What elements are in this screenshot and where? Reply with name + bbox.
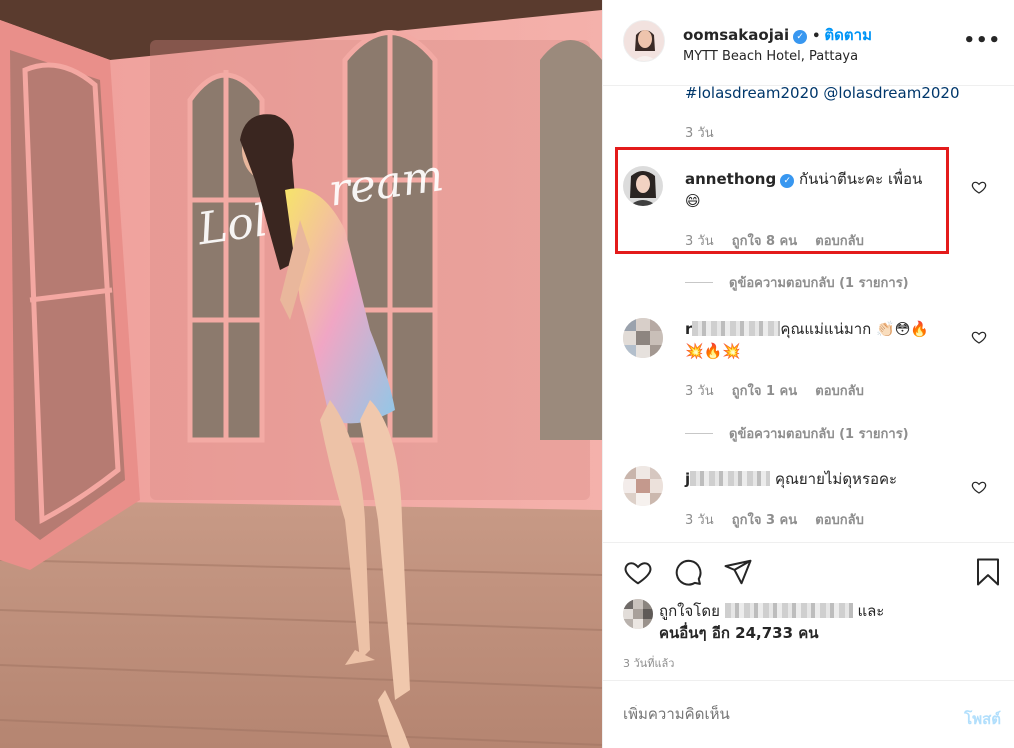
caption-tags[interactable]: #lolasdream2020 @lolasdream2020 bbox=[685, 86, 960, 102]
caption-time[interactable]: 3 วัน bbox=[685, 126, 714, 141]
post-image: Lol ream bbox=[0, 0, 602, 748]
likes-summary: ถูกใจโดย และ คนอื่นๆ อีก 24,733 คน bbox=[659, 600, 979, 644]
comment-like-heart-icon[interactable] bbox=[971, 179, 987, 195]
blurred-liker-name bbox=[724, 603, 853, 618]
heart-icon[interactable] bbox=[623, 557, 653, 587]
author-header-line: oomsakaojai ✓ • ติดตาม bbox=[683, 23, 872, 47]
blurred-username bbox=[690, 471, 771, 486]
comment-meta: 3 วัน ถูกใจ 1 คน ตอบกลับ bbox=[685, 380, 878, 401]
post-side-panel: oomsakaojai ✓ • ติดตาม MYTT Beach Hotel, Pa… bbox=[602, 0, 1014, 748]
caption-meta: 3 วัน bbox=[685, 122, 728, 143]
view-replies-button[interactable]: ดูข้อความตอบกลับ (1 รายการ) bbox=[685, 272, 909, 293]
reply-button[interactable]: ตอบกลับ bbox=[815, 384, 864, 399]
liked-by-prefix: ถูกใจโดย bbox=[659, 602, 720, 620]
share-icon[interactable] bbox=[723, 557, 753, 587]
verified-badge-icon: ✓ bbox=[793, 30, 808, 44]
view-replies-label: ดูข้อความตอบกลับ (1 รายการ) bbox=[729, 276, 909, 291]
follow-button[interactable]: ติดตาม bbox=[824, 26, 872, 44]
location-link[interactable]: MYTT Beach Hotel, Pattaya bbox=[683, 49, 858, 64]
blurred-username bbox=[692, 321, 781, 336]
comment-icon[interactable] bbox=[673, 557, 703, 587]
comment-username[interactable]: r bbox=[685, 320, 692, 338]
commenter-avatar[interactable] bbox=[623, 466, 663, 506]
more-options-icon[interactable]: ••• bbox=[963, 30, 1001, 51]
separator-dot: • bbox=[812, 29, 821, 44]
likes-others-count[interactable]: คนอื่นๆ อีก 24,733 คน bbox=[659, 624, 819, 642]
view-replies-button[interactable]: ดูข้อความตอบกลับ (1 รายการ) bbox=[685, 423, 909, 444]
post-photo[interactable]: Lol ream bbox=[0, 0, 602, 748]
comment-emoji: 👏🏻😳🔥 bbox=[876, 320, 930, 338]
reply-button[interactable]: ตอบกลับ bbox=[815, 513, 864, 528]
author-avatar[interactable] bbox=[623, 20, 665, 62]
liker-avatar[interactable] bbox=[623, 599, 653, 629]
add-comment-input[interactable] bbox=[623, 705, 923, 723]
comment-body: j คุณยายไม่ดุหรอคะ bbox=[685, 468, 955, 490]
highlight-box bbox=[615, 147, 949, 254]
comment-text: คุณแม่แน่มาก bbox=[780, 320, 872, 338]
comment-like-heart-icon[interactable] bbox=[971, 329, 987, 345]
bookmark-icon[interactable] bbox=[973, 557, 1003, 587]
comment-like-heart-icon[interactable] bbox=[971, 479, 987, 495]
comments-list[interactable]: #lolasdream2020 @lolasdream2020 3 วัน an… bbox=[603, 86, 1014, 542]
comment-body: r คุณแม่แน่มาก 👏🏻😳🔥 💥🔥💥 bbox=[685, 318, 955, 362]
comment-likes[interactable]: ถูกใจ 3 คน bbox=[732, 513, 797, 528]
comment-likes[interactable]: ถูกใจ 1 คน bbox=[732, 384, 797, 399]
comment-meta: 3 วัน ถูกใจ 3 คน ตอบกลับ bbox=[685, 509, 878, 530]
comment-time[interactable]: 3 วัน bbox=[685, 384, 714, 399]
comment-emoji-line2: 💥🔥💥 bbox=[685, 342, 742, 360]
view-replies-label: ดูข้อความตอบกลับ (1 รายการ) bbox=[729, 427, 909, 442]
comment-time[interactable]: 3 วัน bbox=[685, 513, 714, 528]
svg-text:Lol: Lol bbox=[194, 195, 271, 255]
commenter-avatar[interactable] bbox=[623, 318, 663, 358]
post-header: oomsakaojai ✓ • ติดตาม MYTT Beach Hotel, Pa… bbox=[603, 0, 1014, 86]
author-username[interactable]: oomsakaojai bbox=[683, 26, 789, 44]
add-comment-bar: โพสต์ bbox=[603, 680, 1014, 748]
comment-text: คุณยายไม่ดุหรอคะ bbox=[774, 470, 898, 488]
post-comment-button[interactable]: โพสต์ bbox=[964, 707, 1001, 731]
post-actions: ถูกใจโดย และ คนอื่นๆ อีก 24,733 คน 3 วัน… bbox=[603, 542, 1014, 680]
likes-and: และ bbox=[857, 602, 885, 620]
post-time-ago[interactable]: 3 วันที่แล้ว bbox=[623, 654, 674, 672]
